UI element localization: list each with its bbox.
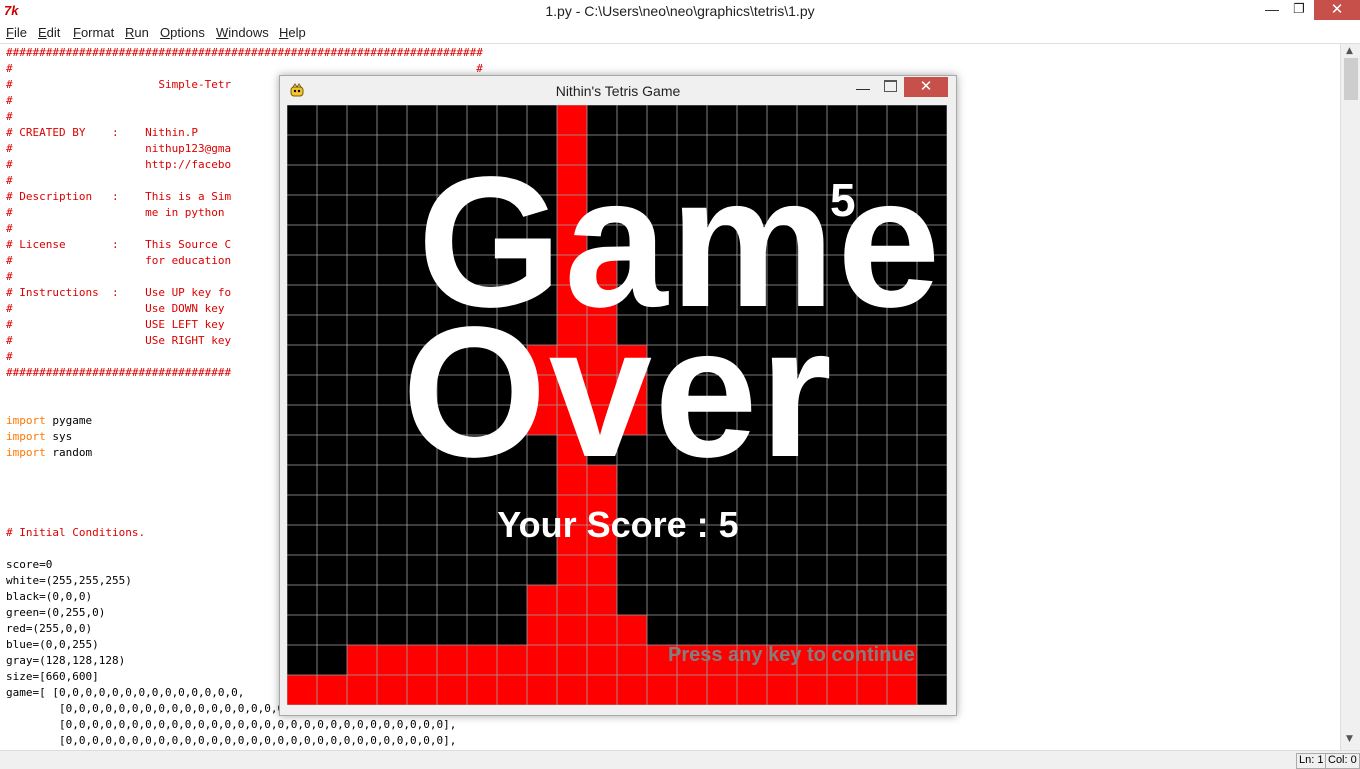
menu-run[interactable]: Run: [125, 25, 149, 40]
filled-cell: [587, 615, 617, 645]
filled-cell: [497, 645, 527, 675]
filled-cell: [767, 675, 797, 705]
title-bar: 7k 1.py - C:\Users\neo\neo\graphics\tetr…: [0, 0, 1360, 22]
filled-cell: [437, 645, 467, 675]
game-title-bar[interactable]: Nithin's Tetris Game — ✕: [280, 76, 956, 104]
continue-prompt: Press any key to continue: [668, 644, 915, 666]
filled-cell: [557, 555, 587, 585]
filled-cell: [467, 675, 497, 705]
filled-cell: [527, 615, 557, 645]
filled-cell: [857, 675, 887, 705]
filled-cell: [377, 675, 407, 705]
restore-button[interactable]: ❐: [1284, 1, 1314, 21]
scrollbar-thumb[interactable]: [1344, 58, 1358, 100]
filled-cell: [587, 585, 617, 615]
menu-edit[interactable]: Edit: [38, 25, 60, 40]
filled-cell: [557, 615, 587, 645]
game-minimize-button[interactable]: —: [856, 80, 870, 96]
line-number-indicator: Ln: 1: [1296, 753, 1327, 769]
game-window-title: Nithin's Tetris Game: [555, 83, 681, 99]
filled-cell: [797, 675, 827, 705]
filled-cell: [617, 615, 647, 645]
filled-cell: [287, 675, 317, 705]
filled-cell: [317, 675, 347, 705]
filled-cell: [827, 675, 857, 705]
overlay-score-digit: 5: [830, 174, 856, 226]
filled-cell: [617, 645, 647, 675]
code-line: [0,0,0,0,0,0,0,0,0,0,0,0,0,0,0,0,0,0,0,0…: [6, 718, 457, 731]
filled-cell: [347, 675, 377, 705]
filled-cell: [347, 645, 377, 675]
filled-cell: [617, 675, 647, 705]
menu-options[interactable]: Options: [160, 25, 205, 40]
menu-bar: File Edit Format Run Options Windows Help: [0, 22, 1360, 44]
filled-cell: [677, 675, 707, 705]
menu-help[interactable]: Help: [279, 25, 306, 40]
filled-cell: [557, 645, 587, 675]
filled-cell: [467, 645, 497, 675]
filled-cell: [647, 675, 677, 705]
column-number-indicator: Col: 0: [1325, 753, 1360, 769]
filled-cell: [887, 675, 917, 705]
code-line: [0,0,0,0,0,0,0,0,0,0,0,0,0,0,0,0,0,0,0,0…: [6, 734, 457, 747]
status-bar: Ln: 1 Col: 0: [0, 750, 1360, 769]
filled-cell: [587, 645, 617, 675]
filled-cell: [377, 645, 407, 675]
menu-file[interactable]: File: [6, 25, 27, 40]
filled-cell: [407, 675, 437, 705]
menu-windows[interactable]: Windows: [216, 25, 269, 40]
scroll-up-arrow-icon[interactable]: ▲: [1346, 46, 1353, 56]
filled-cell: [587, 555, 617, 585]
game-close-button[interactable]: ✕: [904, 77, 948, 97]
filled-cell: [527, 585, 557, 615]
filled-cell: [407, 645, 437, 675]
scroll-down-arrow-icon[interactable]: ▼: [1346, 734, 1353, 744]
filled-cell: [587, 675, 617, 705]
game-maximize-button[interactable]: [884, 80, 897, 92]
final-score-text: Your Score : 5: [497, 504, 739, 545]
filled-cell: [437, 675, 467, 705]
filled-cell: [497, 675, 527, 705]
filled-cell: [527, 645, 557, 675]
filled-cell: [737, 675, 767, 705]
menu-format[interactable]: Format: [73, 25, 114, 40]
window-title: 1.py - C:\Users\neo\neo\graphics\tetris\…: [545, 3, 815, 19]
filled-cell: [527, 675, 557, 705]
filled-cell: [707, 675, 737, 705]
filled-cell: [557, 105, 587, 135]
game-over-word-over: Over: [402, 289, 834, 496]
code-line: ########################################…: [6, 46, 483, 59]
filled-cell: [557, 585, 587, 615]
filled-cell: [557, 675, 587, 705]
close-button[interactable]: ✕: [1314, 0, 1360, 20]
